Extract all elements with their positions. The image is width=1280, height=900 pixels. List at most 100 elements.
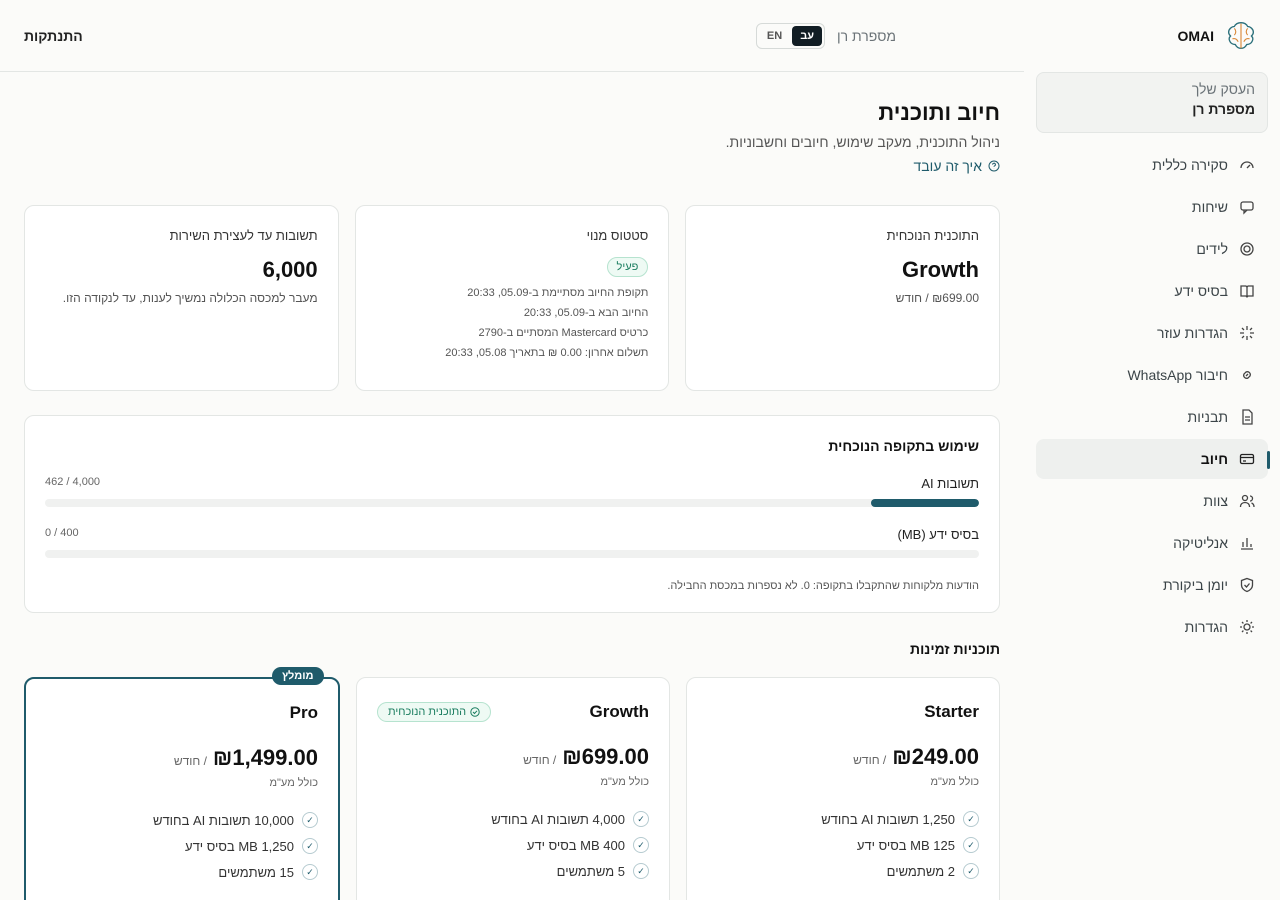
card-label: תשובות עד לעצירת השירות: [169, 228, 318, 243]
check-icon: ✓: [302, 838, 318, 854]
usage-note: הודעות מלקוחות שהתקבלו בתקופה: 0. לא נספ…: [667, 580, 979, 592]
feature-text: 1,250 MB בסיס ידע: [185, 838, 294, 854]
plan-name: Starter: [924, 702, 979, 721]
how-it-works-label: איך זה עובד: [913, 158, 982, 174]
sidebar-item-templates[interactable]: תבניות: [1036, 397, 1268, 437]
lang-en-button[interactable]: EN: [759, 26, 790, 46]
plan-card-growth[interactable]: Growth התוכנית הנוכחית ₪699.00 / חודש כו…: [356, 677, 670, 900]
sidebar-item-knowledge-base[interactable]: בסיס ידע: [1036, 271, 1268, 311]
sidebar-nav: סקירה כללית שיחות לידים בסיס ידע הגדרות …: [1036, 145, 1270, 647]
lang-he-button[interactable]: עב: [792, 25, 823, 46]
sidebar-item-label: לידים: [1196, 241, 1228, 257]
progress-track: [45, 499, 979, 507]
plan-name: Growth: [589, 702, 650, 721]
sidebar-item-label: סקירה כללית: [1152, 157, 1228, 173]
sidebar-item-label: צוות: [1203, 493, 1228, 509]
logout-button[interactable]: התנתקות: [24, 28, 83, 44]
ai-responses-meter: תשובות AI 462 / 4,000: [45, 476, 979, 507]
plan-card-starter[interactable]: Starter ₪249.00 / חודש כולל מע"מ ✓ 1,250 …: [686, 677, 1000, 900]
meter-count: 0 / 400: [45, 527, 79, 539]
current-plan-badge-label: התוכנית הנוכחית: [388, 706, 467, 718]
sidebar: OMAI העסק שלך מספרת רן סקירה כללית שיחות…: [1024, 0, 1280, 900]
check-icon: ✓: [963, 811, 979, 827]
plan-features: ✓ 1,250 תשובות AI בחודש ✓ 125 MB בסיס ידע …: [707, 806, 979, 884]
sidebar-item-whatsapp[interactable]: חיבור WhatsApp: [1036, 355, 1268, 395]
plan-period: / חודש: [173, 754, 207, 768]
current-plan-name: Growth: [902, 257, 979, 282]
plan-card-pro[interactable]: מומלץ Pro ₪1,499.00 / חודש כולל מע"מ ✓ 10…: [24, 667, 340, 900]
current-plan-card: התוכנית הנוכחית Growth ₪699.00 / חודש: [685, 205, 1000, 391]
help-circle-icon: [988, 160, 1000, 172]
credit-card-icon: [1238, 450, 1256, 468]
recommended-badge: מומלץ: [272, 667, 324, 685]
brain-logo-icon: [1227, 22, 1255, 50]
page-title: חיוב ותוכנית: [878, 100, 1000, 125]
sun-icon: [1238, 618, 1256, 636]
users-icon: [1238, 492, 1256, 510]
sidebar-item-settings[interactable]: הגדרות: [1036, 607, 1268, 647]
plan-feature: ✓ 15 משתמשים: [46, 859, 318, 885]
plan-price: ₪1,499.00: [212, 745, 318, 770]
knowledge-base-meter: בסיס ידע (MB) 0 / 400: [45, 527, 979, 558]
sidebar-item-label: בסיס ידע: [1174, 283, 1228, 299]
how-it-works-link[interactable]: איך זה עובד: [914, 158, 1000, 174]
document-icon: [1238, 408, 1256, 426]
check-icon: ✓: [633, 811, 649, 827]
status-badge: פעיל: [606, 257, 649, 277]
plan-feature: ✓ 400 MB בסיס ידע: [377, 832, 649, 858]
sidebar-item-audit-log[interactable]: יומן ביקורת: [1036, 565, 1268, 605]
brand[interactable]: OMAI: [1036, 0, 1268, 72]
sidebar-item-team[interactable]: צוות: [1036, 481, 1268, 521]
feature-text: 2 משתמשים: [886, 863, 955, 879]
meter-count: 462 / 4,000: [45, 476, 101, 488]
feature-text: 5 משתמשים: [556, 863, 625, 879]
service-limit-value: 6,000: [262, 257, 318, 282]
language-toggle[interactable]: עב EN: [755, 22, 826, 49]
brand-name: OMAI: [1177, 28, 1214, 44]
current-plan-badge: התוכנית הנוכחית: [377, 702, 492, 722]
subscription-status-card: סטטוס מנוי פעיל תקופת החיוב מסתיימת ב-05…: [354, 205, 670, 391]
plan-feature: ✓ 4,000 תשובות AI בחודש: [377, 806, 649, 832]
sidebar-item-label: הגדרות עוזר: [1156, 325, 1228, 341]
plan-features: ✓ 10,000 תשובות AI בחודש ✓ 1,250 MB בסיס י…: [46, 807, 318, 885]
plan-vat-note: כולל מע"מ: [269, 777, 318, 789]
sidebar-item-label: הגדרות: [1184, 619, 1228, 635]
usage-panel: שימוש בתקופה הנוכחית תשובות AI 462 / 4,0…: [24, 415, 1000, 613]
bar-chart-icon: [1238, 534, 1256, 552]
business-label: העסק שלך: [1191, 81, 1255, 97]
plan-period: / חודש: [853, 753, 887, 767]
feature-text: 4,000 תשובות AI בחודש: [491, 811, 625, 827]
sidebar-item-label: חיוב: [1200, 451, 1228, 467]
target-icon: [1238, 240, 1256, 258]
business-switcher[interactable]: העסק שלך מספרת רן: [1036, 72, 1268, 133]
service-limit-card: תשובות עד לעצירת השירות 6,000 מעבר למכסה…: [23, 205, 339, 391]
check-icon: ✓: [963, 863, 979, 879]
chat-icon: [1238, 198, 1256, 216]
sidebar-item-conversations[interactable]: שיחות: [1036, 187, 1268, 227]
plan-vat-note: כולל מע"מ: [930, 776, 979, 788]
plans-list: Starter ₪249.00 / חודש כולל מע"מ ✓ 1,250 …: [24, 667, 1000, 900]
status-details: תקופת החיוב מסתיימת ב-05.09, 20:33 החיוב…: [376, 283, 648, 363]
sidebar-item-label: תבניות: [1187, 409, 1228, 425]
plan-feature: ✓ 2 משתמשים: [707, 858, 979, 884]
feature-text: 125 MB בסיס ידע: [856, 837, 955, 853]
check-icon: ✓: [302, 812, 318, 828]
plan-feature: ✓ 1,250 MB בסיס ידע: [46, 833, 318, 859]
sidebar-item-label: שיחות: [1191, 199, 1228, 215]
plan-vat-note: כולל מע"מ: [600, 776, 649, 788]
sidebar-item-billing[interactable]: חיוב: [1036, 439, 1270, 479]
sidebar-item-leads[interactable]: לידים: [1036, 229, 1268, 269]
sidebar-item-analytics[interactable]: אנליטיקה: [1036, 523, 1268, 563]
plan-feature: ✓ 1,250 תשובות AI בחודש: [707, 806, 979, 832]
feature-text: 10,000 תשובות AI בחודש: [152, 812, 294, 828]
page-subtitle: ניהול התוכנית, מעקב שימוש, חיובים וחשבונ…: [725, 134, 1000, 150]
plan-price: ₪699.00: [562, 744, 649, 769]
sidebar-item-overview[interactable]: סקירה כללית: [1036, 145, 1268, 185]
header-business-name: מספרת רן: [837, 27, 896, 44]
sidebar-item-assistant-settings[interactable]: הגדרות עוזר: [1036, 313, 1268, 353]
book-icon: [1238, 282, 1256, 300]
sidebar-item-label: יומן ביקורת: [1162, 577, 1228, 593]
feature-text: 400 MB בסיס ידע: [526, 837, 625, 853]
sparkle-icon: [1238, 324, 1256, 342]
progress-fill: [871, 499, 979, 507]
